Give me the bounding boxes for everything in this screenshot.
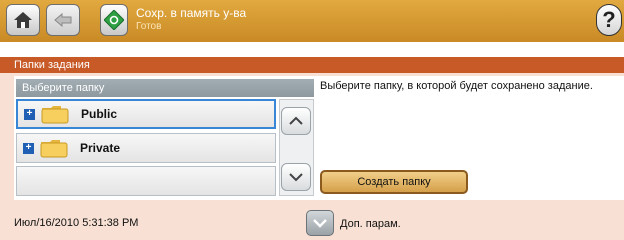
folder-list-header: Выберите папку [16, 79, 314, 97]
folder-item-private[interactable]: + Private [16, 133, 276, 163]
home-icon [14, 12, 32, 28]
help-button[interactable]: ? [596, 4, 622, 36]
instruction-text: Выберите папку, в которой будет сохранен… [320, 80, 593, 92]
expand-icon[interactable]: + [24, 108, 35, 120]
folder-item-empty[interactable] [16, 166, 276, 196]
expand-icon[interactable]: + [23, 142, 34, 154]
folder-label: Public [81, 107, 118, 121]
chevron-down-icon [313, 219, 327, 228]
datetime: Июл/16/2010 5:31:38 PM [14, 217, 139, 229]
folder-item-public[interactable]: + Public [16, 99, 276, 129]
title-bar [0, 0, 624, 42]
folder-icon [40, 140, 68, 158]
back-button[interactable] [46, 4, 80, 36]
more-options-button[interactable] [306, 210, 334, 236]
chevron-down-icon [289, 173, 303, 182]
job-status: Готов [136, 21, 162, 32]
scroll-down-button[interactable] [281, 163, 311, 191]
folder-label: Private [80, 141, 121, 155]
folder-icon [41, 106, 69, 124]
create-folder-button[interactable]: Создать папку [320, 170, 468, 194]
job-title: Сохр. в память у-ва [136, 6, 247, 20]
chevron-up-icon [289, 116, 303, 125]
start-button[interactable] [100, 4, 128, 36]
start-icon [104, 10, 124, 30]
home-button[interactable] [6, 4, 40, 36]
scroll-up-button[interactable] [281, 107, 311, 135]
more-options-label[interactable]: Доп. парам. [340, 218, 401, 230]
back-arrow-icon [54, 13, 72, 27]
section-title: Папки задания [0, 57, 624, 73]
